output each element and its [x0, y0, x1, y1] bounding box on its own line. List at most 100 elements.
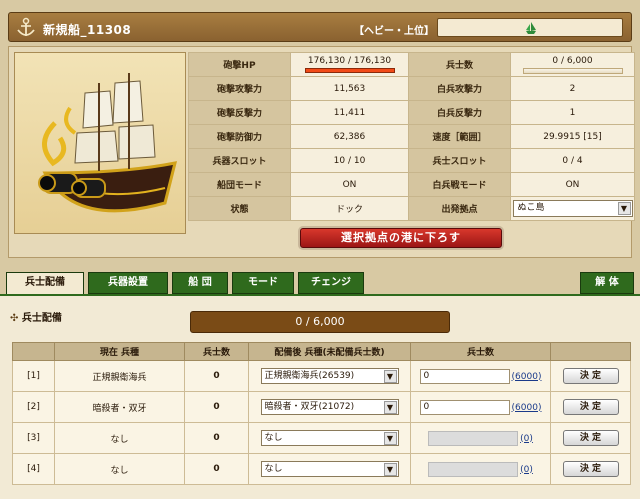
unit-select-cell: 正規親衛海兵(26539) ▼ [248, 360, 411, 392]
soldier-count-input[interactable]: 0 [419, 368, 510, 384]
departure-port-select[interactable]: ぬこ島 ▼ [512, 200, 633, 217]
stat-label: 兵士スロット [408, 148, 511, 173]
row-index: [4] [12, 453, 55, 485]
current-count: 0 [184, 453, 249, 485]
faction-ship-icon [526, 22, 536, 34]
tab-mode[interactable]: モード [232, 272, 294, 294]
table-row: [1] 正規親衛海兵 0 正規親衛海兵(26539) ▼ 0 (6000) 決 定 [12, 360, 631, 392]
unit-select[interactable]: なし ▼ [260, 430, 399, 446]
stat-label: 白兵攻撃力 [408, 76, 511, 101]
decide-cell: 決 定 [550, 391, 631, 423]
tab-change[interactable]: チェンジ [298, 272, 364, 294]
unit-select[interactable]: 暗殺者・双牙(21072) ▼ [260, 399, 399, 415]
unit-select-value: 暗殺者・双牙(21072) [264, 402, 355, 412]
ship-stats-table: 砲撃HP 176,130 / 176,130 兵士数 0 / 6,000 砲撃攻… [188, 52, 635, 221]
chevron-down-icon: ▼ [383, 370, 397, 383]
stat-row: 砲撃防御力 62,386 速度［範囲］ 29.9915 [15] [188, 124, 635, 149]
max-link[interactable]: (6000) [512, 403, 542, 413]
ship-detail-window: 新規船_11308 【ヘビー・上位】 砲撃HP 176,130 / 176,13… [0, 0, 640, 499]
col-header [550, 342, 631, 361]
ship-illustration [38, 73, 178, 213]
max-link[interactable]: (0) [520, 465, 533, 475]
stat-value: ON [510, 172, 635, 197]
section-title: ✣ 兵士配備 [10, 309, 62, 324]
current-count: 0 [184, 360, 249, 392]
tab-fleet[interactable]: 船 団 [172, 272, 228, 294]
stat-label: 砲撃反撃力 [188, 100, 291, 125]
stat-value: 11,411 [290, 100, 409, 125]
stat-label: 出発拠点 [408, 196, 511, 221]
stat-value: 11,563 [290, 76, 409, 101]
table-row: [4] なし 0 なし ▼ (0) 決 定 [12, 453, 631, 485]
soldier-count-text: 0 / 6,000 [552, 55, 593, 66]
decide-button[interactable]: 決 定 [562, 430, 619, 446]
count-input-cell: 0 (6000) [410, 391, 551, 423]
soldier-count-input[interactable] [428, 461, 519, 477]
stat-label: 砲撃HP [188, 52, 291, 77]
stat-value: 1 [510, 100, 635, 125]
unit-select-cell: 暗殺者・双牙(21072) ▼ [248, 391, 411, 423]
anchor-icon [17, 17, 35, 36]
table-row: [3] なし 0 なし ▼ (0) 決 定 [12, 422, 631, 454]
row-index: [2] [12, 391, 55, 423]
stat-value: 29.9915 [15] [510, 124, 635, 149]
decide-button[interactable]: 決 定 [562, 461, 619, 477]
stat-row: 砲撃反撃力 11,411 白兵反撃力 1 [188, 100, 635, 125]
count-input-cell: (0) [410, 453, 551, 485]
stat-value: 0 / 4 [510, 148, 635, 173]
stat-row: 砲撃HP 176,130 / 176,130 兵士数 0 / 6,000 [188, 52, 635, 77]
hp-bar [304, 68, 395, 73]
soldier-count-input[interactable] [428, 430, 519, 446]
tab-soldier-deploy[interactable]: 兵士配備 [6, 272, 84, 294]
current-count: 0 [184, 391, 249, 423]
chevron-down-icon: ▼ [383, 432, 397, 445]
stat-row: 砲撃攻撃力 11,563 白兵攻撃力 2 [188, 76, 635, 101]
unload-to-port-button[interactable]: 選択拠点の港に下ろす [300, 228, 502, 248]
count-input-cell: 0 (6000) [410, 360, 551, 392]
decide-cell: 決 定 [550, 453, 631, 485]
table-row: [2] 暗殺者・双牙 0 暗殺者・双牙(21072) ▼ 0 (6000) 決 定 [12, 391, 631, 423]
stat-value: 2 [510, 76, 635, 101]
ship-name: 新規船_11308 [43, 23, 132, 37]
stat-label: 状態 [188, 196, 291, 221]
stat-value: ON [290, 172, 409, 197]
tab-dismantle[interactable]: 解 体 [580, 272, 634, 294]
ship-portrait [14, 52, 186, 234]
total-soldiers-bar: 0 / 6,000 [190, 311, 450, 333]
row-index: [3] [12, 422, 55, 454]
section-title-text: 兵士配備 [21, 313, 62, 324]
unit-select[interactable]: 正規親衛海兵(26539) ▼ [260, 368, 399, 384]
chevron-down-icon: ▼ [383, 401, 397, 414]
chevron-down-icon: ▼ [383, 463, 397, 476]
stat-label: 船団モード [188, 172, 291, 197]
decide-cell: 決 定 [550, 422, 631, 454]
tab-weapon-install[interactable]: 兵器設置 [88, 272, 168, 294]
max-link[interactable]: (6000) [512, 372, 542, 382]
decide-cell: 決 定 [550, 360, 631, 392]
unit-select-value: なし [264, 433, 283, 443]
ship-class: 【ヘビー・上位】 [354, 26, 434, 37]
stat-row: 船団モード ON 白兵戦モード ON [188, 172, 635, 197]
departure-port-value: ぬこ島 [517, 203, 545, 213]
col-header: 兵士数 [410, 342, 551, 361]
col-header [12, 342, 55, 361]
col-header: 現在 兵種 [54, 342, 185, 361]
unit-select-cell: なし ▼ [248, 453, 411, 485]
soldier-count-input[interactable]: 0 [419, 399, 510, 415]
hp-text: 176,130 / 176,130 [307, 56, 392, 66]
soldier-bar [522, 67, 623, 74]
max-link[interactable]: (0) [520, 434, 533, 444]
stat-value: 10 / 10 [290, 148, 409, 173]
deploy-header-row: 現在 兵種 兵士数 配備後 兵種(未配備兵士数) 兵士数 [12, 342, 631, 361]
current-count: 0 [184, 422, 249, 454]
stat-label: 砲撃攻撃力 [188, 76, 291, 101]
unit-select[interactable]: なし ▼ [260, 461, 399, 477]
current-unit: 正規親衛海兵 [54, 360, 185, 392]
deploy-table: 現在 兵種 兵士数 配備後 兵種(未配備兵士数) 兵士数 [1] 正規親衛海兵 … [12, 342, 631, 485]
decide-button[interactable]: 決 定 [562, 368, 619, 384]
stat-value: ドック [290, 196, 409, 221]
decide-button[interactable]: 決 定 [562, 399, 619, 415]
stat-row: 兵器スロット 10 / 10 兵士スロット 0 / 4 [188, 148, 635, 173]
current-unit: 暗殺者・双牙 [54, 391, 185, 423]
stat-value-soldiers: 0 / 6,000 [510, 52, 635, 77]
